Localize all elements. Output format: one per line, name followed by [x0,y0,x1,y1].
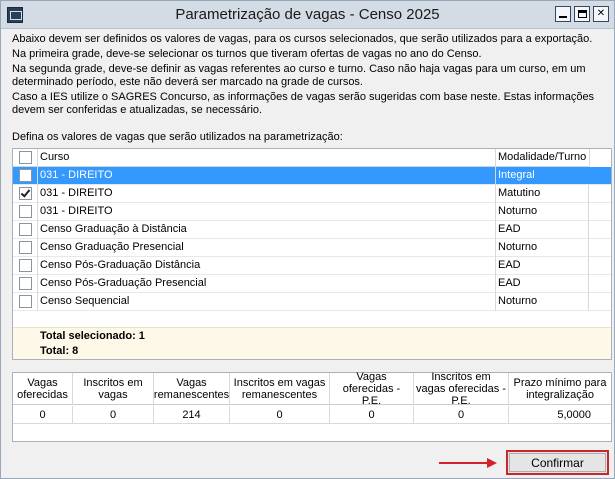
row-mode: Integral [498,169,535,181]
cell-prazo-minimo[interactable]: 5,0000 [509,406,611,424]
instruction-3: Na segunda grade, deve-se definir as vag… [12,63,586,88]
cell-vagas-pe[interactable]: 0 [330,406,414,424]
header-inscritos-remanescentes[interactable]: Inscritos em vagas remanescentes [230,373,330,405]
course-row[interactable]: 031 - DIREITO Matutino [13,185,611,203]
instructions: Abaixo devem ser definidos os valores de… [12,33,608,119]
minimize-icon [559,16,567,18]
row-checkbox[interactable] [19,295,32,308]
header-inscritos[interactable]: Inscritos em vagas [73,373,154,405]
total-count: Total: 8 [40,345,79,357]
row-course: Censo Sequencial [40,295,130,307]
course-grid-footer: Total selecionado: 1 Total: 8 [13,327,611,359]
instruction-2: Na primeira grade, deve-se selecionar os… [12,48,482,60]
maximize-button[interactable] [574,6,590,22]
grid-caption: Defina os valores de vagas que serão uti… [12,131,343,143]
close-icon: ✕ [596,8,606,19]
parametrizacao-dialog: Parametrização de vagas - Censo 2025 ✕ A… [0,0,615,479]
title-bar[interactable]: Parametrização de vagas - Censo 2025 ✕ [1,1,614,29]
minimize-button[interactable] [555,6,571,22]
row-course: 031 - DIREITO [40,169,113,181]
cell-inscritos[interactable]: 0 [73,406,154,424]
row-checkbox[interactable] [19,277,32,290]
annotation-arrow-icon [439,458,497,468]
header-course[interactable]: Curso [40,151,495,163]
checkmark-icon [20,187,31,198]
row-checkbox[interactable] [19,187,32,200]
header-mode[interactable]: Modalidade/Turno [498,151,598,163]
row-course: Censo Graduação Presencial [40,241,184,253]
row-course: Censo Pós-Graduação Distância [40,259,201,271]
row-mode: Noturno [498,241,538,253]
cell-vagas-oferecidas[interactable]: 0 [13,406,73,424]
header-scroll-corner [589,149,611,167]
course-row[interactable]: Censo Sequencial Noturno [13,293,611,311]
cell-vagas-remanescentes[interactable]: 214 [154,406,230,424]
header-prazo-minimo[interactable]: Prazo mínimo para integralização [509,373,611,405]
course-grid: Curso Modalidade/Turno 031 - DIREITO Int… [12,148,612,360]
row-mode: EAD [498,277,521,289]
course-row[interactable]: Censo Pós-Graduação Distância EAD [13,257,611,275]
total-selected: Total selecionado: 1 [40,330,145,342]
course-row[interactable]: Censo Graduação Presencial Noturno [13,239,611,257]
row-checkbox[interactable] [19,223,32,236]
course-row[interactable]: Censo Pós-Graduação Presencial EAD [13,275,611,293]
row-mode: EAD [498,223,521,235]
maximize-icon [577,10,587,18]
row-checkbox[interactable] [19,241,32,254]
window-title: Parametrização de vagas - Censo 2025 [175,6,440,23]
course-grid-header: Curso Modalidade/Turno [13,149,611,167]
cell-inscritos-pe[interactable]: 0 [414,406,509,424]
vacancy-grid: Vagas oferecidas Inscritos em vagas Vaga… [12,371,612,442]
row-mode: Noturno [498,205,538,217]
course-row[interactable]: 031 - DIREITO Noturno [13,203,611,221]
instruction-4: Caso a IES utilize o SAGRES Concurso, as… [12,91,595,116]
row-checkbox[interactable] [19,205,32,218]
instruction-1: Abaixo devem ser definidos os valores de… [12,33,593,45]
row-course: 031 - DIREITO [40,187,113,199]
row-checkbox[interactable] [19,259,32,272]
row-checkbox[interactable] [19,169,32,182]
header-vagas-pe[interactable]: Vagas oferecidas - P.E. [330,371,414,407]
close-button[interactable]: ✕ [593,6,609,22]
header-vagas-remanescentes[interactable]: Vagas remanescentes [154,373,230,405]
row-mode: Noturno [498,295,538,307]
row-course: Censo Graduação à Distância [40,223,187,235]
select-all-checkbox[interactable] [19,151,32,164]
row-mode: EAD [498,259,521,271]
row-course: Censo Pós-Graduação Presencial [40,277,207,289]
confirm-button[interactable]: Confirmar [506,450,609,475]
header-inscritos-pe[interactable]: Inscritos em vagas oferecidas - P.E. [414,371,509,407]
row-course: 031 - DIREITO [40,205,113,217]
row-mode: Matutino [498,187,541,199]
course-row[interactable]: Censo Graduação à Distância EAD [13,221,611,239]
header-vagas-oferecidas[interactable]: Vagas oferecidas [13,373,73,405]
course-row[interactable]: 031 - DIREITO Integral [13,167,611,185]
cell-inscritos-remanescentes[interactable]: 0 [230,406,330,424]
